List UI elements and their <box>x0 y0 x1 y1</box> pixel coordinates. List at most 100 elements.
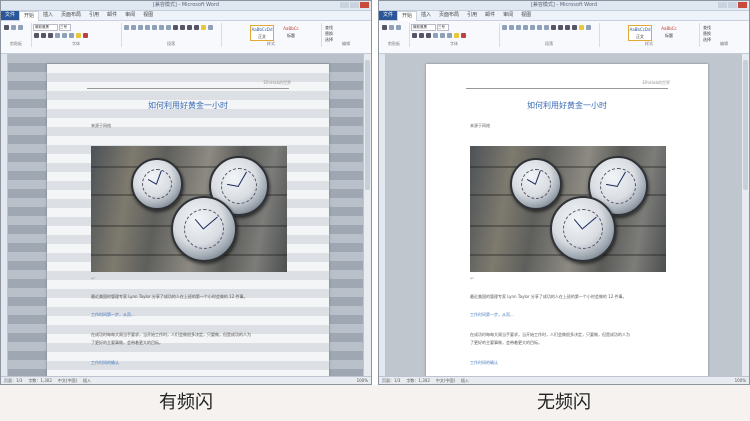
doc-author: 来源于网络 <box>91 123 111 128</box>
cut-icon[interactable] <box>11 25 16 30</box>
font-color-icon[interactable] <box>83 33 88 38</box>
tab-mailings[interactable]: 邮件 <box>481 11 499 20</box>
scrollbar-thumb[interactable] <box>743 60 748 190</box>
bold-icon[interactable] <box>34 33 39 38</box>
multilevel-icon[interactable] <box>516 25 521 30</box>
tab-references[interactable]: 引用 <box>463 11 481 20</box>
italic-icon[interactable] <box>41 33 46 38</box>
document-page[interactable]: ElfoHab的世界 如何利用好黄金一小时 来源于网络 ↵ 最近美国的管理专家 … <box>426 64 708 377</box>
close-button[interactable] <box>738 2 747 8</box>
bullets-icon[interactable] <box>502 25 507 30</box>
numbering-icon[interactable] <box>509 25 514 30</box>
tab-insert[interactable]: 插入 <box>417 11 435 20</box>
maximize-button[interactable] <box>350 2 359 8</box>
status-mode[interactable]: 插入 <box>83 377 91 384</box>
align-center-icon[interactable] <box>180 25 185 30</box>
show-marks-icon[interactable] <box>166 25 171 30</box>
header-line <box>466 88 668 89</box>
tab-review[interactable]: 审阅 <box>121 11 139 20</box>
superscript-icon[interactable] <box>447 33 452 38</box>
tab-view[interactable]: 视图 <box>517 11 535 20</box>
minimize-button[interactable] <box>718 2 727 8</box>
tab-layout[interactable]: 页面布局 <box>57 11 85 20</box>
border-icon[interactable] <box>586 25 591 30</box>
bold-icon[interactable] <box>412 33 417 38</box>
paste-icon[interactable] <box>382 25 387 30</box>
shading-icon[interactable] <box>579 25 584 30</box>
document-page[interactable]: ElfoHab的世界 如何利用好黄金一小时 来源于网络 ↵ 最近美国的管理专家 … <box>47 64 329 377</box>
copy-icon[interactable] <box>396 25 401 30</box>
numbering-icon[interactable] <box>131 25 136 30</box>
tab-review[interactable]: 审阅 <box>499 11 517 20</box>
vertical-scrollbar[interactable] <box>363 54 371 377</box>
edit-group: 查找 替换 选择 编辑 <box>699 23 749 47</box>
indent-decrease-icon[interactable] <box>523 25 528 30</box>
bullets-icon[interactable] <box>124 25 129 30</box>
maximize-button[interactable] <box>728 2 737 8</box>
cut-icon[interactable] <box>389 25 394 30</box>
tab-view[interactable]: 视图 <box>139 11 157 20</box>
status-lang[interactable]: 中文(中国) <box>58 377 77 384</box>
style-normal[interactable]: AaBbCcDd 正文 <box>250 25 274 41</box>
copy-icon[interactable] <box>18 25 23 30</box>
ribbon-tabs: 文件 开始 插入 页面布局 引用 邮件 审阅 视图 <box>379 10 749 21</box>
vertical-scrollbar[interactable] <box>741 54 749 377</box>
border-icon[interactable] <box>208 25 213 30</box>
indent-increase-icon[interactable] <box>530 25 535 30</box>
minimize-button[interactable] <box>340 2 349 8</box>
superscript-icon[interactable] <box>69 33 74 38</box>
underline-icon[interactable] <box>426 33 431 38</box>
title-bar: [兼容模式] - Microsoft Word <box>379 1 749 11</box>
zoom-level[interactable]: 100% <box>357 377 371 384</box>
align-left-icon[interactable] <box>551 25 556 30</box>
clipboard-group: 剪贴板 <box>379 23 410 47</box>
tab-home[interactable]: 开始 <box>19 10 40 21</box>
tab-layout[interactable]: 页面布局 <box>435 11 463 20</box>
paste-icon[interactable] <box>4 25 9 30</box>
indent-decrease-icon[interactable] <box>145 25 150 30</box>
align-center-icon[interactable] <box>558 25 563 30</box>
highlight-icon[interactable] <box>454 33 459 38</box>
subscript-icon[interactable] <box>62 33 67 38</box>
pocket-watch-photo <box>470 146 666 272</box>
scrollbar-thumb[interactable] <box>365 60 370 190</box>
tab-file[interactable]: 文件 <box>379 11 398 20</box>
align-right-icon[interactable] <box>187 25 192 30</box>
style-heading[interactable]: AaBbCc 标题 <box>279 25 303 39</box>
style-normal[interactable]: AaBbCcDd 正文 <box>628 25 652 41</box>
font-color-icon[interactable] <box>461 33 466 38</box>
tab-references[interactable]: 引用 <box>85 11 103 20</box>
tab-file[interactable]: 文件 <box>1 11 20 20</box>
status-words[interactable]: 字数：1,302 <box>28 377 51 384</box>
status-mode[interactable]: 插入 <box>461 377 469 384</box>
close-button[interactable] <box>360 2 369 8</box>
justify-icon[interactable] <box>194 25 199 30</box>
doc-title: 如何利用好黄金一小时 <box>527 101 607 110</box>
shading-icon[interactable] <box>201 25 206 30</box>
indent-increase-icon[interactable] <box>152 25 157 30</box>
underline-icon[interactable] <box>48 33 53 38</box>
subscript-icon[interactable] <box>440 33 445 38</box>
justify-icon[interactable] <box>572 25 577 30</box>
sort-icon[interactable] <box>537 25 542 30</box>
strikethrough-icon[interactable] <box>433 33 438 38</box>
align-left-icon[interactable] <box>173 25 178 30</box>
align-right-icon[interactable] <box>565 25 570 30</box>
status-words[interactable]: 字数：1,302 <box>406 377 429 384</box>
sort-icon[interactable] <box>159 25 164 30</box>
zoom-level[interactable]: 100% <box>735 377 749 384</box>
multilevel-icon[interactable] <box>138 25 143 30</box>
status-lang[interactable]: 中文(中国) <box>436 377 455 384</box>
status-page[interactable]: 页面：1/3 <box>382 377 400 384</box>
highlight-icon[interactable] <box>76 33 81 38</box>
italic-icon[interactable] <box>419 33 424 38</box>
strikethrough-icon[interactable] <box>55 33 60 38</box>
status-bar: 页面：1/3 字数：1,302 中文(中国) 插入 100% <box>1 376 371 384</box>
ribbon-tabs: 文件 开始 插入 页面布局 引用 邮件 审阅 视图 <box>1 10 371 21</box>
style-heading[interactable]: AaBbCc 标题 <box>657 25 681 39</box>
show-marks-icon[interactable] <box>544 25 549 30</box>
tab-mailings[interactable]: 邮件 <box>103 11 121 20</box>
tab-home[interactable]: 开始 <box>397 10 418 21</box>
tab-insert[interactable]: 插入 <box>39 11 57 20</box>
status-page[interactable]: 页面：1/3 <box>4 377 22 384</box>
